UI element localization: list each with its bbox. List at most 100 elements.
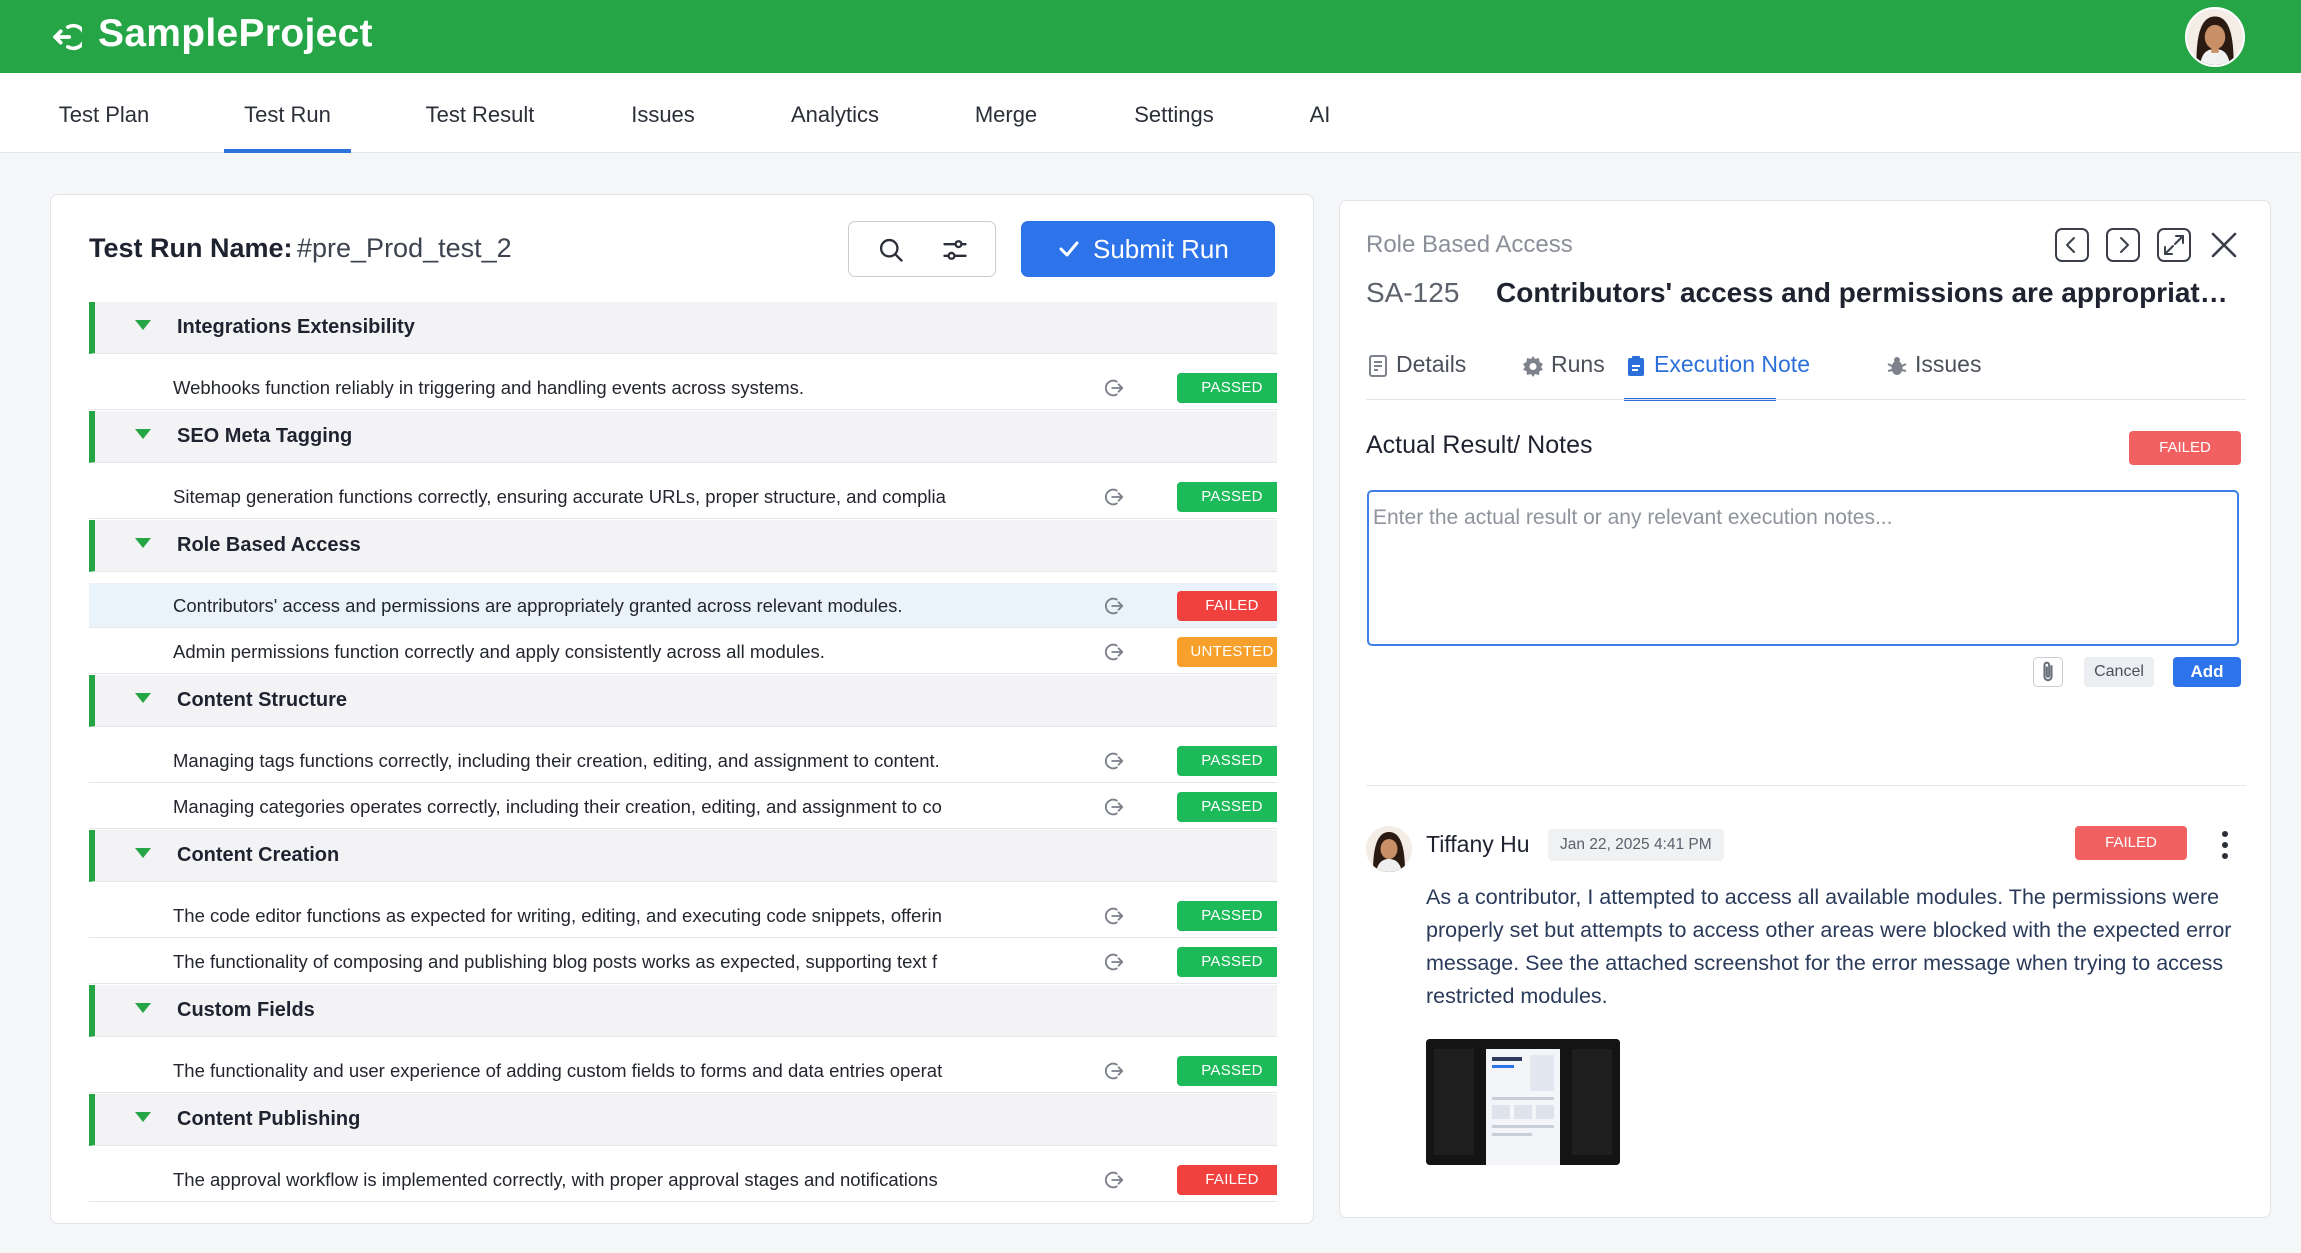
redirect-icon[interactable] — [1103, 905, 1125, 927]
more-options-icon[interactable] — [2220, 828, 2230, 862]
tab-issues[interactable]: Issues — [616, 73, 710, 153]
test-case-title: Managing categories operates correctly, … — [173, 796, 942, 817]
test-case-row[interactable]: Managing categories operates correctly, … — [89, 784, 1277, 829]
collapse-caret-icon[interactable] — [135, 320, 151, 330]
run-name-value: #pre_Prod_test_2 — [297, 233, 512, 263]
gear-icon — [1523, 356, 1543, 377]
group-row[interactable]: SEO Meta Tagging — [89, 411, 1277, 463]
submit-run-button[interactable]: Submit Run — [1021, 221, 1275, 277]
test-case-list: Integrations Extensibility Webhooks funct… — [89, 302, 1277, 1202]
test-case-row[interactable]: Admin permissions function correctly and… — [89, 629, 1277, 674]
previous-case-icon[interactable] — [2054, 227, 2090, 263]
group-row[interactable]: Content Creation — [89, 830, 1277, 882]
collapse-caret-icon[interactable] — [135, 848, 151, 858]
collapse-caret-icon[interactable] — [135, 429, 151, 439]
attached-screenshot-thumbnail[interactable] — [1426, 1039, 1620, 1165]
redirect-icon[interactable] — [1103, 1060, 1125, 1082]
user-avatar[interactable] — [2185, 7, 2245, 67]
status-badge[interactable]: PASSED — [1177, 792, 1277, 822]
collapse-caret-icon[interactable] — [135, 538, 151, 548]
top-bar: SampleProject — [0, 0, 2301, 73]
test-case-title: Sitemap generation functions correctly, … — [173, 486, 946, 507]
tab-details-label: Details — [1396, 351, 1467, 377]
tab-runs[interactable]: Runs — [1521, 351, 1611, 401]
attach-button[interactable] — [2033, 657, 2063, 687]
search-icon[interactable] — [877, 236, 905, 264]
redirect-icon[interactable] — [1103, 595, 1125, 617]
notes-input[interactable] — [1367, 490, 2239, 646]
test-case-title: The approval workflow is implemented cor… — [173, 1169, 938, 1190]
group-name: Content Structure — [177, 689, 347, 711]
test-case-row[interactable]: Managing tags functions correctly, inclu… — [89, 738, 1277, 783]
tab-settings[interactable]: Settings — [1124, 73, 1224, 153]
next-case-icon[interactable] — [2105, 227, 2141, 263]
collapse-caret-icon[interactable] — [135, 1112, 151, 1122]
test-case-row[interactable]: The functionality of composing and publi… — [89, 939, 1277, 984]
group-row[interactable]: Content Structure — [89, 675, 1277, 727]
redirect-icon[interactable] — [1103, 377, 1125, 399]
breadcrumb[interactable]: Role Based Access — [1366, 231, 1573, 259]
status-badge[interactable]: FAILED — [1177, 1165, 1277, 1195]
redirect-icon[interactable] — [1103, 951, 1125, 973]
tab-test-run[interactable]: Test Run — [224, 73, 351, 153]
redirect-icon[interactable] — [1103, 486, 1125, 508]
comment-body: As a contributor, I attempted to access … — [1426, 885, 2232, 1008]
test-case-row[interactable]: Contributors' access and permissions are… — [89, 583, 1277, 628]
test-case-row[interactable]: Webhooks function reliably in triggering… — [89, 365, 1277, 410]
filter-sliders-icon[interactable] — [941, 236, 969, 264]
tab-merge[interactable]: Merge — [966, 73, 1046, 153]
group-name: SEO Meta Tagging — [177, 425, 353, 447]
test-case-row[interactable]: The approval workflow is implemented cor… — [89, 1157, 1277, 1202]
group-row[interactable]: Role Based Access — [89, 520, 1277, 572]
notes-title: Actual Result/ Notes — [1366, 431, 1593, 459]
case-title: Contributors' access and permissions are… — [1496, 277, 2236, 308]
comment-status-badge: FAILED — [2075, 826, 2187, 860]
test-case-title: Contributors' access and permissions are… — [173, 595, 903, 616]
tab-issues[interactable]: Issues — [1885, 351, 1985, 401]
status-badge[interactable]: PASSED — [1177, 1056, 1277, 1086]
tab-test-result[interactable]: Test Result — [418, 73, 542, 153]
status-badge[interactable]: FAILED — [2129, 431, 2241, 465]
group-name: Content Publishing — [177, 1108, 361, 1130]
group-row[interactable]: Integrations Extensibility — [89, 302, 1277, 354]
status-badge[interactable]: UNTESTED — [1177, 637, 1277, 667]
tab-execution-note[interactable]: Execution Note — [1624, 351, 1810, 401]
status-badge[interactable]: PASSED — [1177, 901, 1277, 931]
test-case-row[interactable]: The code editor functions as expected fo… — [89, 893, 1277, 938]
status-badge[interactable]: FAILED — [1177, 591, 1277, 621]
submit-run-label: Submit Run — [1093, 234, 1229, 264]
collapse-caret-icon[interactable] — [135, 1003, 151, 1013]
comment-author: Tiffany Hu — [1426, 831, 1530, 857]
redirect-icon[interactable] — [1103, 750, 1125, 772]
status-badge[interactable]: PASSED — [1177, 373, 1277, 403]
test-case-row[interactable]: Sitemap generation functions correctly, … — [89, 474, 1277, 519]
tab-runs-label: Runs — [1551, 351, 1605, 377]
group-row[interactable]: Content Publishing — [89, 1094, 1277, 1146]
section-divider — [1366, 785, 2246, 786]
redirect-icon[interactable] — [1103, 796, 1125, 818]
tab-analytics[interactable]: Analytics — [780, 73, 890, 153]
tab-ai[interactable]: AI — [1302, 73, 1338, 153]
add-button[interactable]: Add — [2173, 657, 2241, 687]
tab-execution-note-label: Execution Note — [1654, 351, 1810, 377]
collapse-caret-icon[interactable] — [135, 693, 151, 703]
tab-test-plan[interactable]: Test Plan — [42, 73, 166, 153]
test-case-title: Managing tags functions correctly, inclu… — [173, 750, 940, 771]
group-row[interactable]: Custom Fields — [89, 985, 1277, 1037]
tab-details[interactable]: Details — [1366, 351, 1476, 401]
status-badge[interactable]: PASSED — [1177, 947, 1277, 977]
close-icon[interactable] — [2206, 227, 2242, 263]
bug-icon — [1887, 357, 1907, 375]
test-case-row[interactable]: The functionality and user experience of… — [89, 1048, 1277, 1093]
main-nav: Test Plan Test Run Test Result Issues An… — [0, 73, 2301, 153]
list-tools — [848, 221, 996, 277]
comment-avatar — [1366, 826, 1412, 872]
expand-icon[interactable] — [2156, 227, 2192, 263]
back-arrow-icon[interactable] — [48, 20, 82, 54]
test-run-panel: Test Run Name: #pre_Prod_test_2 Submit R… — [50, 194, 1314, 1224]
cancel-button[interactable]: Cancel — [2084, 657, 2154, 687]
status-badge[interactable]: PASSED — [1177, 482, 1277, 512]
status-badge[interactable]: PASSED — [1177, 746, 1277, 776]
redirect-icon[interactable] — [1103, 641, 1125, 663]
redirect-icon[interactable] — [1103, 1169, 1125, 1191]
